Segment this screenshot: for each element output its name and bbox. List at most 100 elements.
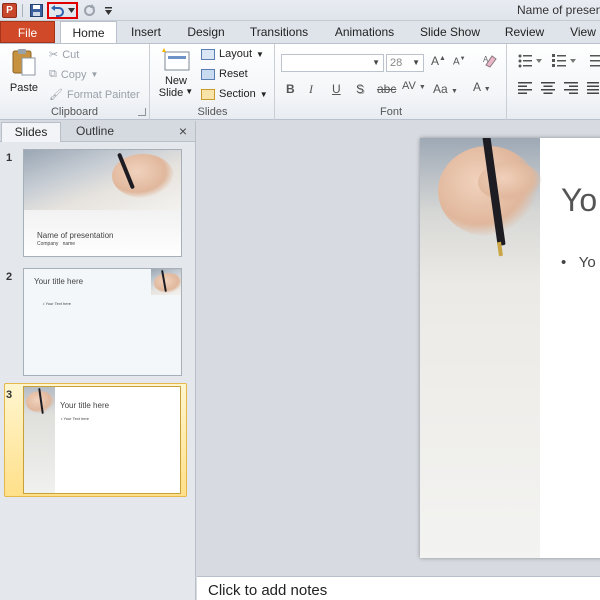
- justify-icon[interactable]: [587, 82, 599, 97]
- character-spacing-button[interactable]: AV ▼: [402, 80, 426, 92]
- reset-button[interactable]: Reset: [201, 68, 248, 80]
- grow-font-icon[interactable]: A▲: [431, 54, 446, 68]
- qat-separator: [22, 4, 23, 17]
- layout-icon: [201, 48, 215, 60]
- clipboard-group: Paste ✂ Cut ⧉ Copy ▼ 🖌 Format Painter Clipbo…: [0, 44, 150, 120]
- underline-button[interactable]: U: [332, 82, 341, 96]
- dialog-launcher-icon[interactable]: [138, 108, 146, 116]
- align-center-icon[interactable]: [541, 82, 555, 97]
- bullets-icon[interactable]: [518, 54, 544, 71]
- paintbrush-icon: 🖌: [49, 89, 63, 101]
- chevron-down-icon: ▼: [412, 58, 420, 67]
- reset-label: Reset: [219, 68, 248, 80]
- slide-bullet-text: Yo: [578, 254, 596, 271]
- ribbon-tabs: File Home Insert Design Transitions Anim…: [0, 21, 600, 44]
- change-case-button[interactable]: Aa ▼: [433, 82, 458, 96]
- tab-transitions[interactable]: Transitions: [248, 21, 310, 43]
- slide-thumbnail-2[interactable]: Your title here • Your Text here: [23, 268, 182, 376]
- shrink-font-icon[interactable]: A▼: [453, 56, 466, 67]
- clear-formatting-icon[interactable]: A: [483, 53, 499, 72]
- change-case-label: Aa: [433, 82, 448, 96]
- ribbon: Paste ✂ Cut ⧉ Copy ▼ 🖌 Format Painter Clipbo…: [0, 43, 600, 120]
- slide-thumbnail-3[interactable]: Your title here • Your Text here: [23, 386, 181, 494]
- quick-access-toolbar: P: [2, 2, 116, 19]
- hand-image: [154, 273, 181, 293]
- thumbnail-title: Name of presentation: [37, 231, 114, 240]
- section-button[interactable]: Section ▼: [201, 88, 268, 100]
- font-color-button[interactable]: A ▼: [473, 80, 491, 94]
- thumbnail-number-3: 3: [6, 389, 13, 401]
- powerpoint-app-icon[interactable]: P: [2, 3, 17, 18]
- tab-home[interactable]: Home: [60, 21, 117, 44]
- current-slide[interactable]: Yo • Yo: [420, 138, 600, 558]
- tab-slide-show[interactable]: Slide Show: [418, 21, 482, 43]
- copy-icon: ⧉: [49, 68, 57, 80]
- chevron-down-icon: [68, 8, 75, 13]
- new-slide-label-1: New: [164, 75, 187, 87]
- tab-view[interactable]: View: [566, 21, 600, 43]
- clipboard-group-label: Clipboard: [50, 106, 99, 118]
- align-left-icon[interactable]: [518, 82, 532, 97]
- thumbnail-number-1: 1: [6, 152, 13, 164]
- cut-button[interactable]: ✂ Cut: [49, 48, 80, 62]
- tab-file[interactable]: File: [0, 21, 55, 43]
- paste-button[interactable]: Paste: [6, 47, 42, 94]
- slides-group-label: Slides: [197, 106, 228, 118]
- save-icon[interactable]: [28, 3, 44, 19]
- format-painter-label: Format Painter: [66, 88, 140, 101]
- undo-button[interactable]: [47, 2, 78, 19]
- new-slide-button[interactable]: New Slide ▼: [157, 48, 195, 99]
- undo-icon: [51, 4, 64, 17]
- indent-icon[interactable]: [586, 54, 600, 71]
- character-spacing-label: AV: [402, 80, 416, 92]
- tab-insert[interactable]: Insert: [128, 21, 164, 43]
- notes-pane[interactable]: Click to add notes: [197, 576, 600, 600]
- layout-label: Layout: [219, 48, 253, 60]
- thumbnail-bullet: • Your Text here: [61, 416, 90, 421]
- italic-button[interactable]: I: [309, 82, 313, 97]
- bold-button[interactable]: B: [286, 82, 295, 96]
- chevron-down-icon: ▼: [372, 58, 380, 67]
- window-title: Name of presen: [517, 3, 600, 17]
- copy-label: Copy: [60, 68, 87, 81]
- tab-animations[interactable]: Animations: [333, 21, 396, 43]
- font-group-label: Font: [379, 106, 402, 118]
- chevron-down-icon: ▼: [259, 89, 268, 99]
- align-right-icon[interactable]: [564, 82, 578, 97]
- text-shadow-button[interactable]: S: [356, 82, 364, 96]
- section-icon: [201, 88, 215, 100]
- redo-icon[interactable]: [81, 3, 97, 19]
- thumbnail-title: Your title here: [60, 401, 110, 410]
- slide-bullet[interactable]: • Yo: [561, 254, 596, 271]
- font-group: ▼ 28 ▼ A▲ A▼ A B I U S abc AV ▼ Aa ▼ A ▼…: [276, 44, 507, 120]
- font-size-dropdown[interactable]: 28 ▼: [386, 54, 424, 72]
- customize-qat-icon[interactable]: [100, 3, 116, 19]
- chevron-down-icon: ▼: [483, 86, 491, 93]
- slide-thumbnail-1[interactable]: Name of presentation Company name: [23, 149, 182, 257]
- slides-pane: Slides Outline × 1 Name of presentation …: [0, 121, 196, 600]
- thumbnail-number-2: 2: [6, 271, 13, 283]
- format-painter-button[interactable]: 🖌 Format Painter: [49, 88, 140, 102]
- pane-tabs: Slides Outline ×: [0, 121, 195, 142]
- thumbnail-bullet-text: Your Text here: [63, 416, 90, 421]
- thumbnail-title: Your title here: [34, 277, 84, 286]
- tab-design[interactable]: Design: [185, 21, 227, 43]
- font-color-label: A: [473, 80, 481, 94]
- notes-placeholder: Click to add notes: [208, 582, 328, 599]
- tab-slides[interactable]: Slides: [1, 122, 61, 142]
- layout-button[interactable]: Layout ▼: [201, 48, 264, 60]
- tab-review[interactable]: Review: [502, 21, 547, 43]
- numbering-icon[interactable]: [552, 54, 578, 71]
- title-bar: P Name of presen: [0, 0, 600, 21]
- thumbnail-bullet: • Your Text here: [43, 301, 72, 306]
- copy-button[interactable]: ⧉ Copy ▼: [49, 68, 98, 81]
- close-icon[interactable]: ×: [179, 123, 187, 139]
- strikethrough-button[interactable]: abc: [377, 82, 396, 96]
- slide-title-placeholder[interactable]: Yo: [561, 182, 597, 219]
- new-slide-label-2: Slide ▼: [157, 87, 195, 99]
- slide-editor: Yo • Yo: [197, 121, 600, 576]
- tab-outline[interactable]: Outline: [63, 122, 127, 142]
- cut-label: Cut: [62, 48, 80, 61]
- font-name-dropdown[interactable]: ▼: [281, 54, 384, 72]
- slides-group: New Slide ▼ Layout ▼ Reset Section ▼ Slides: [151, 44, 275, 120]
